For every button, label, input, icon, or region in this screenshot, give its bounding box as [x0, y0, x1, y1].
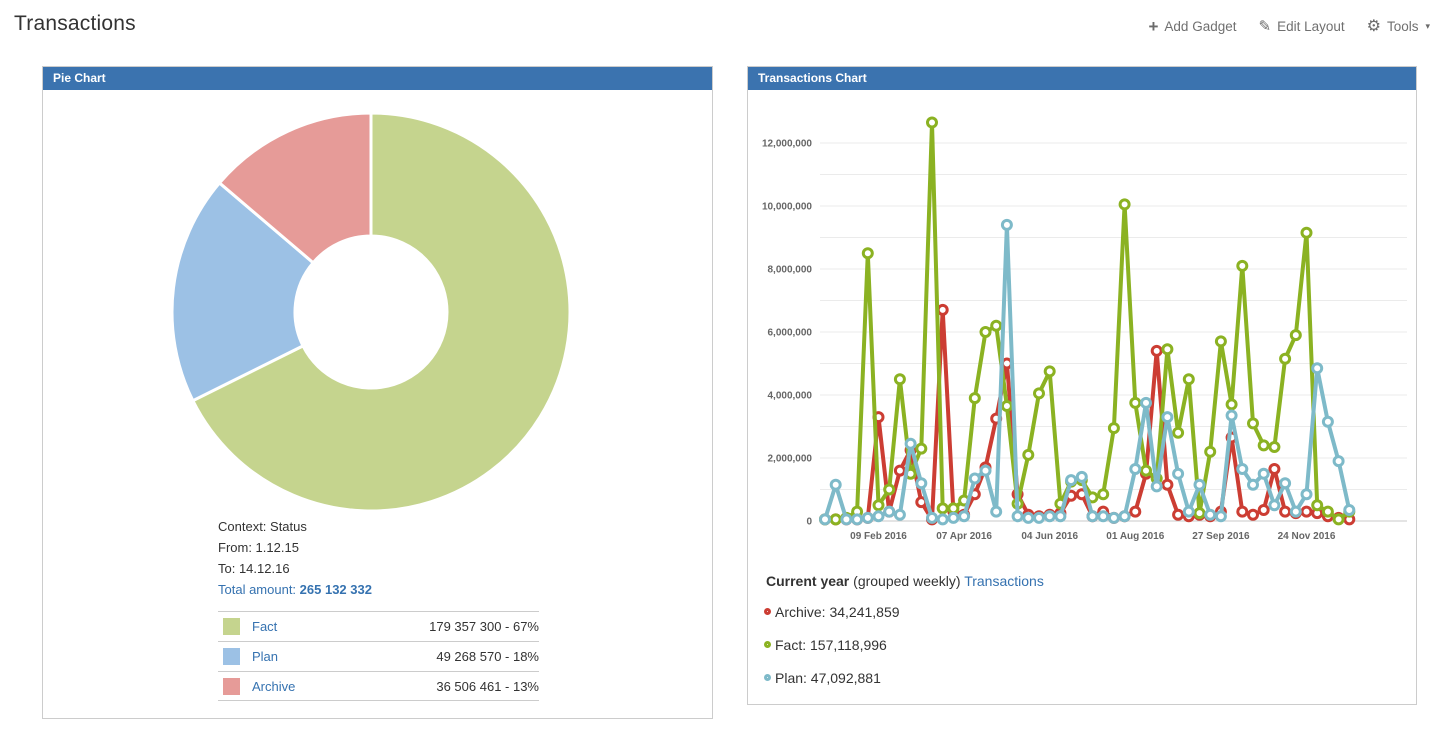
plan-color-swatch	[223, 648, 240, 665]
tools-label: Tools	[1387, 19, 1419, 34]
pie-legend-row-archive: Archive 36 506 461 - 13%	[218, 671, 539, 701]
svg-text:10,000,000: 10,000,000	[762, 202, 812, 213]
caret-down-icon: ▾	[1425, 21, 1430, 32]
pie-info-block: Context: Status From: 1.12.15 To: 14.12.…	[218, 516, 372, 600]
svg-text:0: 0	[806, 517, 812, 528]
pie-gadget-header[interactable]: Pie Chart	[43, 67, 712, 90]
fact-marker-icon	[764, 641, 771, 648]
svg-text:04 Jun 2016: 04 Jun 2016	[1021, 531, 1078, 542]
pie-total-value: 265 132 332	[300, 582, 372, 597]
transactions-gadget-body: 0 2,000,000 4,000,000 6,000,000 8,000,000 10,…	[748, 90, 1416, 704]
pie-total-line: Total amount: 265 132 332	[218, 579, 372, 600]
plus-icon: +	[1148, 18, 1158, 35]
add-gadget-label: Add Gadget	[1164, 19, 1236, 34]
svg-text:09 Feb 2016: 09 Feb 2016	[850, 531, 907, 542]
pie-context-line: Context: Status	[218, 516, 372, 537]
donut-chart	[43, 90, 714, 510]
pie-legend-label-plan[interactable]: Plan	[252, 649, 278, 664]
series-legend-archive: Archive: 34,241,859	[764, 595, 900, 628]
page-title: Transactions	[14, 12, 136, 36]
svg-text:01 Aug 2016: 01 Aug 2016	[1106, 531, 1164, 542]
svg-text:27 Sep 2016: 27 Sep 2016	[1192, 531, 1250, 542]
svg-text:24 Nov 2016: 24 Nov 2016	[1278, 531, 1336, 542]
series-legend-fact: Fact: 157,118,996	[764, 628, 900, 661]
legend-grouping-label: (grouped weekly)	[853, 573, 960, 589]
pie-total-label: Total amount:	[218, 582, 296, 597]
pie-legend-row-plan: Plan 49 268 570 - 18%	[218, 641, 539, 671]
dashboard-toolbar: + Add Gadget ✎ Edit Layout ⚙ Tools ▾	[1148, 18, 1430, 35]
svg-text:12,000,000: 12,000,000	[762, 139, 812, 150]
pie-legend-label-archive[interactable]: Archive	[252, 679, 295, 694]
tools-menu-button[interactable]: ⚙ Tools ▾	[1367, 19, 1430, 35]
archive-legend-label: Archive: 34,241,859	[775, 604, 900, 620]
pencil-icon: ✎	[1258, 19, 1271, 34]
archive-color-swatch	[223, 678, 240, 695]
svg-text:6,000,000: 6,000,000	[768, 328, 813, 339]
plan-legend-label: Plan: 47,092,881	[775, 670, 881, 686]
pie-legend-table: Fact 179 357 300 - 67% Plan 49 268 570 -…	[218, 611, 539, 701]
series-legend-plan: Plan: 47,092,881	[764, 661, 900, 694]
pie-gadget-title: Pie Chart	[53, 71, 106, 85]
pie-legend-value-fact: 179 357 300 - 67%	[429, 619, 539, 634]
add-gadget-button[interactable]: + Add Gadget	[1148, 18, 1236, 35]
pie-to-line: To: 14.12.16	[218, 558, 372, 579]
edit-layout-label: Edit Layout	[1277, 19, 1345, 34]
pie-from-line: From: 1.12.15	[218, 537, 372, 558]
chart-legend-header: Current year (grouped weekly) Transactio…	[766, 573, 1044, 589]
svg-text:4,000,000: 4,000,000	[768, 391, 813, 402]
pie-legend-label-fact[interactable]: Fact	[252, 619, 277, 634]
series-legend: Archive: 34,241,859 Fact: 157,118,996 Pl…	[764, 595, 900, 694]
transactions-chart-gadget: Transactions Chart 0 2,000,000 4,000,000 6,…	[747, 66, 1417, 705]
archive-marker-icon	[764, 608, 771, 615]
pie-gadget-body: Context: Status From: 1.12.15 To: 14.12.…	[43, 90, 712, 718]
transactions-gadget-title: Transactions Chart	[758, 71, 867, 85]
svg-text:8,000,000: 8,000,000	[768, 265, 813, 276]
fact-color-swatch	[223, 618, 240, 635]
edit-layout-button[interactable]: ✎ Edit Layout	[1258, 19, 1344, 34]
pie-legend-value-plan: 49 268 570 - 18%	[436, 649, 539, 664]
legend-period-label: Current year	[766, 573, 849, 589]
plan-marker-icon	[764, 674, 771, 681]
pie-chart-gadget: Pie Chart Context: Status From: 1.12.15 …	[42, 66, 713, 719]
pie-legend-value-archive: 36 506 461 - 13%	[436, 679, 539, 694]
line-chart: 0 2,000,000 4,000,000 6,000,000 8,000,000 10,…	[748, 90, 1416, 560]
fact-legend-label: Fact: 157,118,996	[775, 637, 887, 653]
transactions-link[interactable]: Transactions	[964, 573, 1044, 589]
gear-icon: ⚙	[1367, 19, 1381, 35]
pie-legend-row-fact: Fact 179 357 300 - 67%	[218, 611, 539, 641]
svg-text:2,000,000: 2,000,000	[768, 454, 813, 465]
svg-text:07 Apr 2016: 07 Apr 2016	[936, 531, 992, 542]
transactions-gadget-header[interactable]: Transactions Chart	[748, 67, 1416, 90]
